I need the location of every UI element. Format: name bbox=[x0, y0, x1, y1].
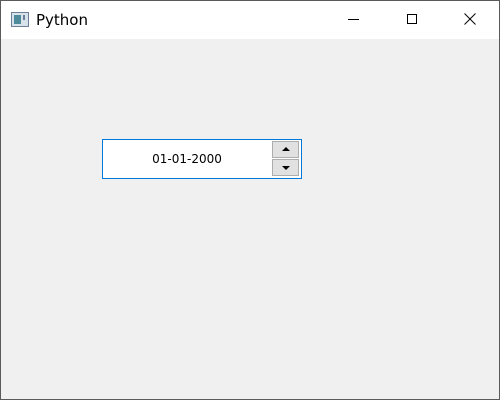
date-step-down-button[interactable] bbox=[272, 159, 299, 176]
date-step-up-button[interactable] bbox=[272, 141, 299, 158]
date-edit[interactable]: 01-01-2000 bbox=[102, 139, 302, 179]
window-title: Python bbox=[36, 11, 88, 29]
maximize-button[interactable] bbox=[389, 1, 435, 39]
minimize-button[interactable] bbox=[331, 1, 377, 39]
app-icon-mark bbox=[23, 15, 25, 20]
close-button[interactable] bbox=[447, 1, 493, 39]
title-bar[interactable]: Python bbox=[1, 1, 499, 39]
date-edit-value[interactable]: 01-01-2000 bbox=[103, 140, 271, 178]
arrow-up-icon bbox=[282, 147, 290, 151]
app-window: Python 01-01-2000 bbox=[0, 0, 500, 400]
arrow-down-icon bbox=[282, 166, 290, 170]
python-window-icon[interactable] bbox=[11, 12, 29, 27]
minimize-icon bbox=[348, 19, 359, 20]
app-icon-pane bbox=[14, 15, 21, 24]
maximize-icon bbox=[407, 14, 417, 24]
close-icon bbox=[464, 13, 476, 25]
